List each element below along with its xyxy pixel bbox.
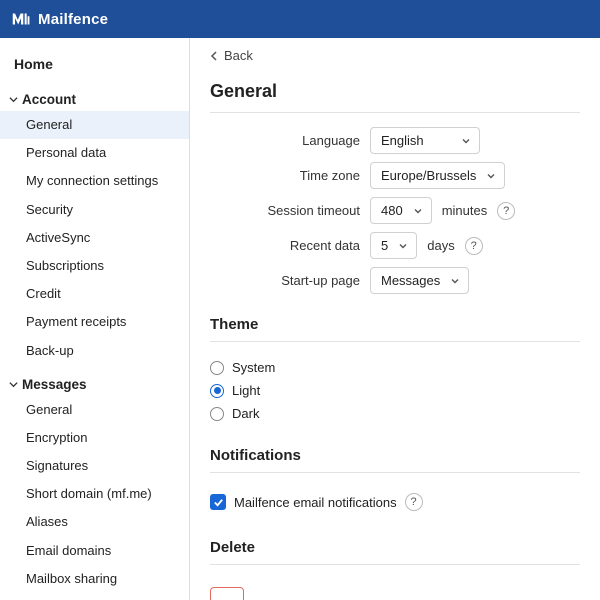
select-value: 480	[381, 203, 403, 218]
theme-option-dark[interactable]: Dark	[210, 402, 580, 425]
sidebar-group-head-account[interactable]: Account	[0, 88, 189, 111]
sidebar-item-backup[interactable]: Back-up	[0, 337, 189, 365]
brand-logo[interactable]: Mailfence	[10, 8, 108, 30]
divider	[210, 564, 580, 565]
sidebar-item-account-general[interactable]: General	[0, 111, 189, 139]
sidebar-item-subscriptions[interactable]: Subscriptions	[0, 252, 189, 280]
select-value: Europe/Brussels	[381, 168, 476, 183]
back-label: Back	[224, 48, 253, 63]
mailfence-logo-icon	[10, 8, 32, 30]
sidebar: Home Account General Personal data My co…	[0, 38, 190, 600]
sidebar-item-security[interactable]: Security	[0, 196, 189, 224]
sidebar-item-connection-settings[interactable]: My connection settings	[0, 167, 189, 195]
chevron-down-icon	[8, 95, 18, 105]
radio-icon	[210, 407, 224, 421]
theme-option-system[interactable]: System	[210, 356, 580, 379]
sidebar-group-account: Account General Personal data My connect…	[0, 84, 189, 369]
sidebar-item-messages-general[interactable]: General	[0, 396, 189, 424]
select-timezone[interactable]: Europe/Brussels	[370, 162, 505, 189]
select-language[interactable]: English	[370, 127, 480, 154]
select-value: English	[381, 133, 424, 148]
select-value: Messages	[381, 273, 440, 288]
brand-name: Mailfence	[38, 11, 108, 28]
sidebar-item-payment-receipts[interactable]: Payment receipts	[0, 308, 189, 336]
main-panel: Back General Language English Time zone …	[190, 38, 600, 600]
label-recent-data: Recent data	[210, 238, 360, 253]
sidebar-item-email-domains[interactable]: Email domains	[0, 537, 189, 565]
sidebar-group-label: Messages	[22, 377, 87, 392]
sidebar-item-away-message[interactable]: Away message	[0, 593, 189, 600]
unit-days: days	[427, 238, 454, 253]
theme-option-light[interactable]: Light	[210, 379, 580, 402]
checkbox-email-notifications[interactable]	[210, 494, 226, 510]
divider	[210, 472, 580, 473]
divider	[210, 341, 580, 342]
radio-label: System	[232, 360, 275, 375]
select-startup-page[interactable]: Messages	[370, 267, 469, 294]
divider	[210, 112, 580, 113]
page-title: General	[210, 81, 580, 102]
radio-icon	[210, 384, 224, 398]
label-session-timeout: Session timeout	[210, 203, 360, 218]
delete-button[interactable]	[210, 587, 244, 600]
checkbox-label: Mailfence email notifications	[234, 495, 397, 510]
chevron-down-icon	[486, 171, 496, 181]
chevron-down-icon	[461, 136, 471, 146]
radio-label: Light	[232, 383, 260, 398]
chevron-down-icon	[413, 206, 423, 216]
notifications-heading: Notifications	[210, 447, 580, 464]
select-recent-data[interactable]: 5	[370, 232, 417, 259]
sidebar-home[interactable]: Home	[0, 48, 189, 84]
help-icon[interactable]: ?	[497, 202, 515, 220]
sidebar-item-credit[interactable]: Credit	[0, 280, 189, 308]
radio-label: Dark	[232, 406, 259, 421]
label-language: Language	[210, 133, 360, 148]
topbar: Mailfence	[0, 0, 600, 38]
chevron-down-icon	[450, 276, 460, 286]
sidebar-group-head-messages[interactable]: Messages	[0, 373, 189, 396]
sidebar-item-mailbox-sharing[interactable]: Mailbox sharing	[0, 565, 189, 593]
label-timezone: Time zone	[210, 168, 360, 183]
help-icon[interactable]: ?	[465, 237, 483, 255]
help-icon[interactable]: ?	[405, 493, 423, 511]
sidebar-item-encryption[interactable]: Encryption	[0, 424, 189, 452]
sidebar-item-signatures[interactable]: Signatures	[0, 452, 189, 480]
radio-icon	[210, 361, 224, 375]
chevron-down-icon	[8, 379, 18, 389]
sidebar-group-messages: Messages General Encryption Signatures S…	[0, 369, 189, 600]
sidebar-group-label: Account	[22, 92, 76, 107]
chevron-down-icon	[398, 241, 408, 251]
back-button[interactable]: Back	[210, 46, 580, 73]
label-startup-page: Start-up page	[210, 273, 360, 288]
select-value: 5	[381, 238, 388, 253]
select-session-timeout[interactable]: 480	[370, 197, 432, 224]
sidebar-item-activesync[interactable]: ActiveSync	[0, 224, 189, 252]
delete-heading: Delete	[210, 539, 580, 556]
sidebar-item-personal-data[interactable]: Personal data	[0, 139, 189, 167]
unit-minutes: minutes	[442, 203, 488, 218]
sidebar-item-aliases[interactable]: Aliases	[0, 508, 189, 536]
sidebar-item-short-domain[interactable]: Short domain (mf.me)	[0, 480, 189, 508]
theme-heading: Theme	[210, 316, 580, 333]
